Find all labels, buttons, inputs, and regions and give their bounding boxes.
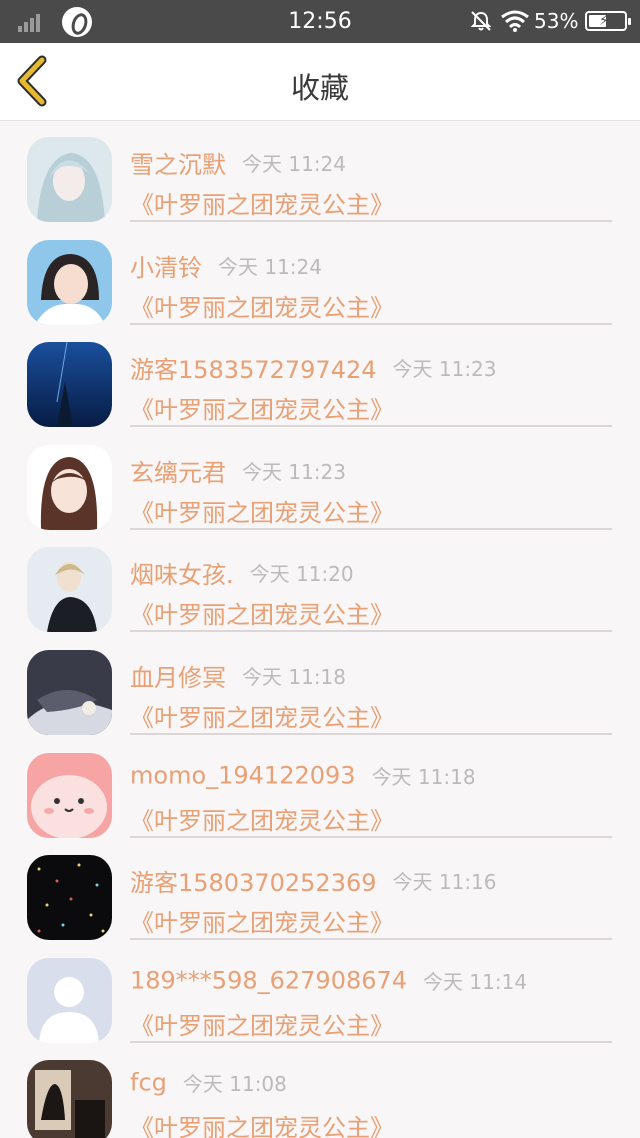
- list-item[interactable]: 烟味女孩. 今天 11:20 《叶罗丽之团宠灵公主》: [0, 531, 640, 634]
- user-name: 烟味女孩.: [130, 561, 234, 590]
- avatar: [27, 444, 112, 530]
- divider: [130, 938, 612, 941]
- list-item[interactable]: 小清铃 今天 11:24 《叶罗丽之团宠灵公主》: [0, 224, 640, 327]
- divider: [130, 425, 612, 428]
- book-title: 《叶罗丽之团宠灵公主》: [130, 1114, 394, 1138]
- timestamp: 今天 11:23: [242, 459, 346, 484]
- nav-bar: 收藏: [0, 43, 640, 121]
- user-name: 雪之沉默: [130, 151, 226, 179]
- list-item[interactable]: 游客1580370252369 今天 11:16 《叶罗丽之团宠灵公主》: [0, 839, 640, 942]
- wifi-icon: [501, 10, 529, 32]
- book-title: 《叶罗丽之团宠灵公主》: [130, 703, 394, 732]
- divider: [130, 835, 612, 838]
- user-name: 189***598_627908674: [130, 966, 408, 995]
- avatar: [27, 547, 112, 633]
- book-title: 《叶罗丽之团宠灵公主》: [130, 191, 394, 219]
- avatar: [27, 957, 112, 1043]
- divider: [130, 1040, 612, 1043]
- status-bar: 12:56 53% ⚡: [0, 0, 640, 43]
- timestamp: 今天 11:24: [218, 254, 322, 279]
- user-name: 血月修冥: [130, 663, 226, 692]
- timestamp: 今天 11:16: [392, 870, 497, 895]
- book-title: 《叶罗丽之团宠灵公主》: [130, 396, 394, 425]
- list-item[interactable]: 雪之沉默 今天 11:24 《叶罗丽之团宠灵公主》: [0, 121, 640, 224]
- avatar: [27, 855, 112, 941]
- battery-icon: ⚡: [585, 11, 631, 31]
- book-title: 《叶罗丽之团宠灵公主》: [130, 806, 394, 835]
- avatar: [27, 1060, 112, 1138]
- timestamp: 今天 11:18: [371, 764, 476, 789]
- battery-percent: 53%: [534, 9, 579, 33]
- avatar: [27, 239, 112, 325]
- divider: [130, 527, 612, 530]
- user-name: 玄缡元君: [130, 458, 226, 487]
- avatar: [27, 649, 112, 735]
- user-name: fcg: [130, 1068, 167, 1097]
- avatar: [27, 137, 112, 222]
- divider: [130, 220, 612, 222]
- timestamp: 今天 11:14: [423, 969, 528, 994]
- book-title: 《叶罗丽之团宠灵公主》: [130, 293, 394, 322]
- timestamp: 今天 11:18: [242, 664, 346, 689]
- divider: [130, 630, 612, 633]
- timestamp: 今天 11:24: [242, 152, 346, 176]
- page-title: 收藏: [290, 71, 349, 105]
- avatar: [27, 752, 112, 838]
- list-item[interactable]: 游客1583572797424 今天 11:23 《叶罗丽之团宠灵公主》: [0, 326, 640, 429]
- list-item[interactable]: 血月修冥 今天 11:18 《叶罗丽之团宠灵公主》: [0, 634, 640, 737]
- book-title: 《叶罗丽之团宠灵公主》: [130, 909, 394, 938]
- user-name: momo_194122093: [130, 761, 356, 790]
- mute-bell-icon: [470, 11, 492, 31]
- user-name: 游客1580370252369: [130, 869, 377, 898]
- avatar: [27, 342, 112, 428]
- timestamp: 今天 11:23: [392, 357, 497, 382]
- book-title: 《叶罗丽之团宠灵公主》: [130, 601, 394, 630]
- book-title: 《叶罗丽之团宠灵公主》: [130, 498, 394, 527]
- book-title: 《叶罗丽之团宠灵公主》: [130, 1011, 394, 1040]
- list-item[interactable]: 玄缡元君 今天 11:23 《叶罗丽之团宠灵公主》: [0, 429, 640, 532]
- divider: [130, 322, 612, 325]
- user-name: 小清铃: [130, 253, 202, 282]
- divider: [130, 732, 612, 735]
- list-item[interactable]: fcg 今天 11:08 《叶罗丽之团宠灵公主》: [0, 1044, 640, 1138]
- timestamp: 今天 11:20: [249, 562, 354, 587]
- list-item[interactable]: 189***598_627908674 今天 11:14 《叶罗丽之团宠灵公主》: [0, 942, 640, 1045]
- list-item[interactable]: momo_194122093 今天 11:18 《叶罗丽之团宠灵公主》: [0, 737, 640, 840]
- timestamp: 今天 11:08: [182, 1072, 287, 1097]
- favorites-list: 雪之沉默 今天 11:24 《叶罗丽之团宠灵公主》 小清铃 今天 11:24 《叶罗…: [0, 121, 640, 1138]
- user-name: 游客1583572797424: [130, 356, 377, 385]
